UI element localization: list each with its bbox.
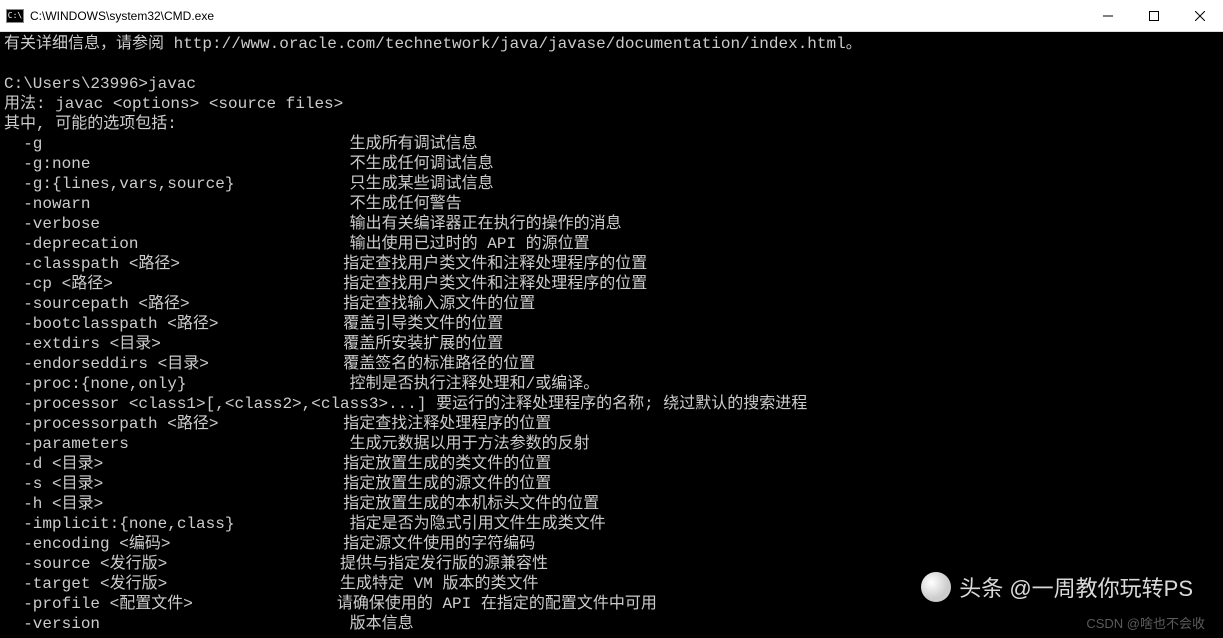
window-titlebar: C:\ C:\WINDOWS\system32\CMD.exe	[0, 0, 1223, 32]
cmd-icon: C:\	[6, 9, 24, 23]
minimize-button[interactable]	[1085, 0, 1131, 31]
console-output[interactable]: 有关详细信息，请参阅 http://www.oracle.com/technet…	[0, 32, 1223, 636]
maximize-button[interactable]	[1131, 0, 1177, 31]
window-controls	[1085, 0, 1223, 31]
close-button[interactable]	[1177, 0, 1223, 31]
window-title: C:\WINDOWS\system32\CMD.exe	[30, 9, 1085, 23]
